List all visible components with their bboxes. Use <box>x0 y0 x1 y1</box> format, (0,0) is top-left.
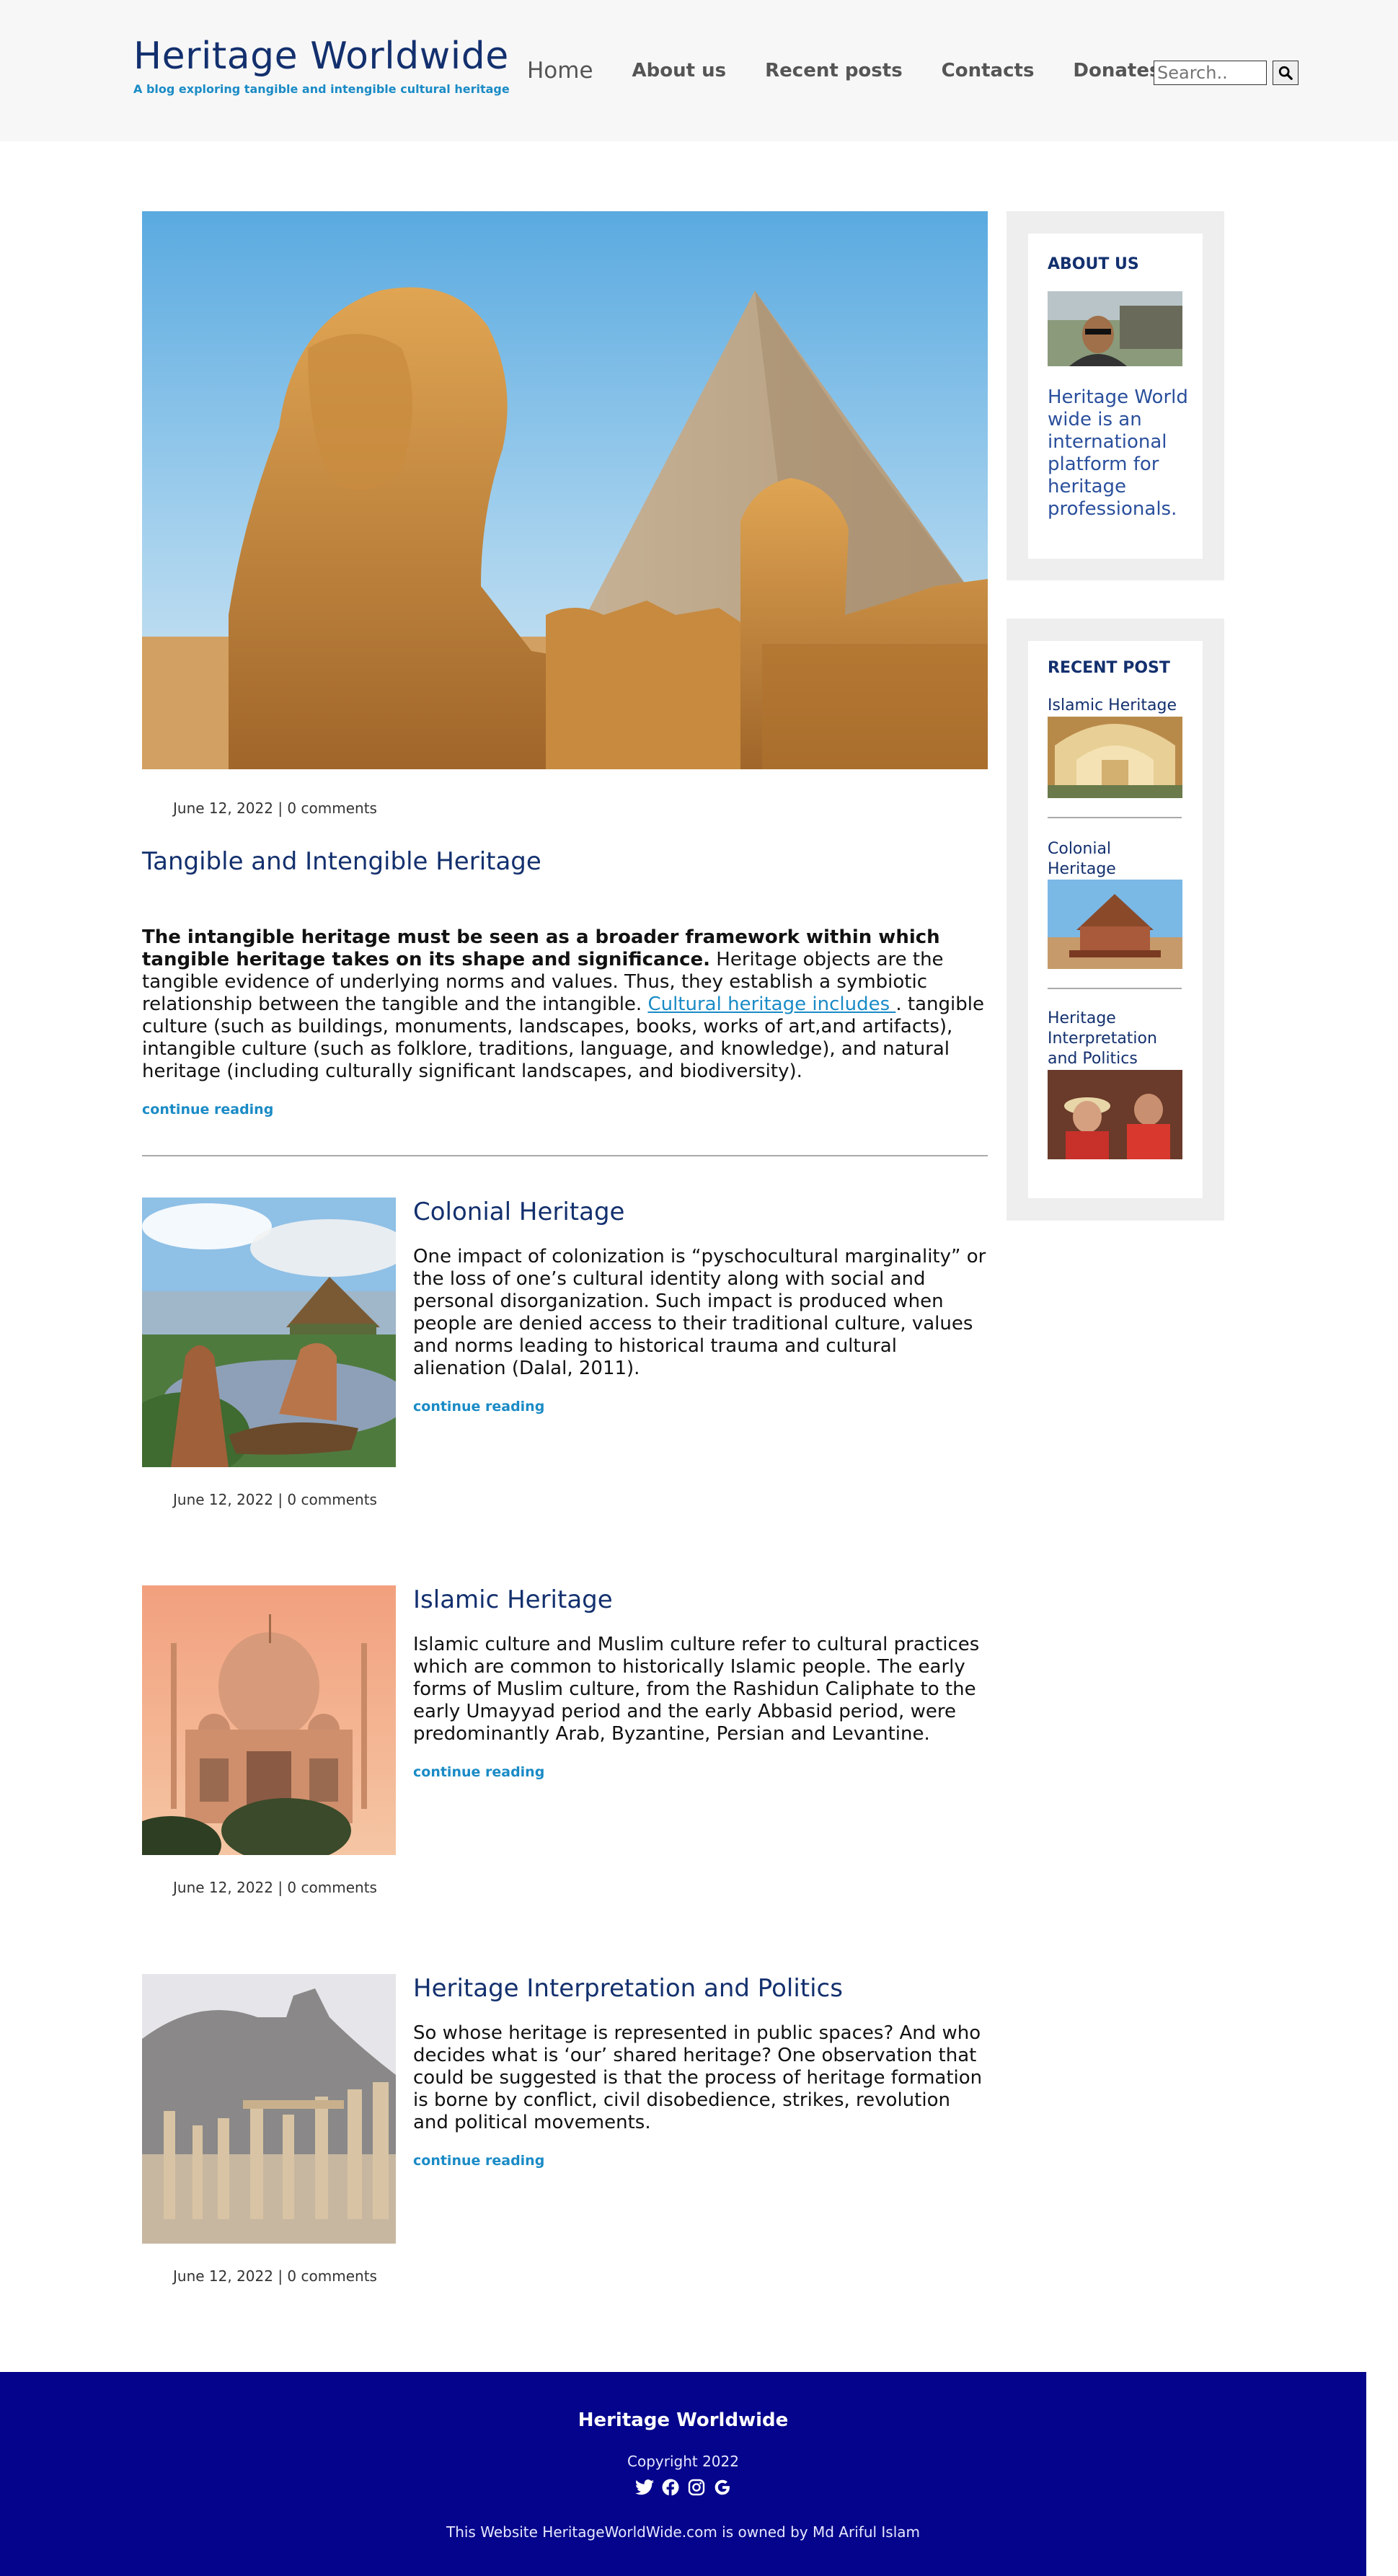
facebook-icon[interactable] <box>660 2477 681 2497</box>
nav-about-us[interactable]: About us <box>632 60 727 81</box>
twitter-icon[interactable] <box>634 2477 655 2497</box>
main-nav: Home About us Recent posts Contacts Dona… <box>527 58 1199 84</box>
colonial-heritage-image[interactable] <box>142 1198 396 1467</box>
cultural-heritage-link[interactable]: Cultural heritage includes <box>647 993 895 1015</box>
nav-home[interactable]: Home <box>527 58 593 84</box>
colonial-excerpt: One impact of colonization is “pyschocul… <box>413 1246 986 1379</box>
colonial-title[interactable]: Colonial Heritage <box>413 1198 988 1226</box>
main-content: June 12, 2022 | 0 comments Tangible and … <box>142 211 988 2285</box>
recent-separator <box>1048 817 1182 818</box>
post-divider <box>142 1155 988 1156</box>
interpretation-content: Heritage Interpretation and Politics So … <box>413 1974 988 2169</box>
site-footer: Heritage Worldwide Copyright 2022 This W… <box>0 2372 1366 2576</box>
search-form <box>1154 61 1299 85</box>
footer-copyright: Copyright 2022 <box>627 2453 739 2470</box>
search-button[interactable] <box>1273 61 1299 85</box>
recent-colonial-link[interactable]: Colonial Heritage <box>1048 839 1149 880</box>
instagram-icon[interactable] <box>686 2477 707 2497</box>
interpretation-title[interactable]: Heritage Interpretation and Politics <box>413 1974 988 2003</box>
featured-title[interactable]: Tangible and Intengible Heritage <box>142 847 988 876</box>
islamic-title[interactable]: Islamic Heritage <box>413 1585 988 1614</box>
recent-widget: RECENT POST Islamic Heritage Colonial He… <box>1007 619 1224 1221</box>
colonial-content: Colonial Heritage One impact of coloniza… <box>413 1198 988 1415</box>
brand[interactable]: Heritage Worldwide A blog exploring tang… <box>133 37 510 96</box>
islamic-excerpt: Islamic culture and Muslim culture refer… <box>413 1634 980 1745</box>
featured-excerpt: The intangible heritage must be seen as … <box>142 926 988 1083</box>
nav-donates[interactable]: Donates <box>1073 60 1160 81</box>
about-text: Heritage World wide is an international … <box>1048 386 1188 520</box>
islamic-content: Islamic Heritage Islamic culture and Mus… <box>413 1585 988 1780</box>
recent-colonial-image[interactable] <box>1048 880 1182 969</box>
recent-separator <box>1048 988 1182 989</box>
about-heading: ABOUT US <box>1048 255 1139 273</box>
islamic-continue-reading[interactable]: continue reading <box>413 1764 988 1780</box>
featured-meta: June 12, 2022 | 0 comments <box>173 800 377 817</box>
site-header: Heritage Worldwide A blog exploring tang… <box>0 0 1398 141</box>
footer-owner: This Website HeritageWorldWide.com is ow… <box>446 2523 921 2541</box>
about-card: ABOUT US Heritage World wide is an inter… <box>1028 234 1203 559</box>
google-icon[interactable] <box>712 2477 733 2497</box>
featured-image[interactable] <box>142 211 988 769</box>
recent-politics-image[interactable] <box>1048 1070 1182 1159</box>
search-icon <box>1278 66 1293 80</box>
recent-heading: RECENT POST <box>1048 659 1170 677</box>
interpretation-excerpt: So whose heritage is represented in publ… <box>413 2022 983 2133</box>
colonial-meta: June 12, 2022 | 0 comments <box>173 1491 377 1508</box>
site-tagline: A blog exploring tangible and intengible… <box>133 82 510 96</box>
colonial-continue-reading[interactable]: continue reading <box>413 1399 988 1415</box>
about-avatar-image[interactable] <box>1048 291 1182 366</box>
nav-recent-posts[interactable]: Recent posts <box>765 60 903 81</box>
search-input[interactable] <box>1154 61 1267 85</box>
about-widget: ABOUT US Heritage World wide is an inter… <box>1007 211 1224 580</box>
islamic-meta: June 12, 2022 | 0 comments <box>173 1879 377 1896</box>
recent-islamic-link[interactable]: Islamic Heritage <box>1048 696 1188 716</box>
recent-politics-link[interactable]: Heritage Interpretation and Politics <box>1048 1009 1177 1069</box>
heritage-politics-image[interactable] <box>142 1974 396 2244</box>
footer-title: Heritage Worldwide <box>578 2409 789 2431</box>
recent-islamic-image[interactable] <box>1048 717 1182 798</box>
site-title[interactable]: Heritage Worldwide <box>133 37 510 75</box>
interpretation-meta: June 12, 2022 | 0 comments <box>173 2267 377 2285</box>
featured-continue-reading[interactable]: continue reading <box>142 1102 988 1117</box>
social-icons <box>0 2477 1366 2497</box>
nav-contacts[interactable]: Contacts <box>942 60 1035 81</box>
recent-card: RECENT POST Islamic Heritage Colonial He… <box>1028 641 1203 1198</box>
interpretation-continue-reading[interactable]: continue reading <box>413 2153 988 2169</box>
islamic-heritage-image[interactable] <box>142 1585 396 1855</box>
